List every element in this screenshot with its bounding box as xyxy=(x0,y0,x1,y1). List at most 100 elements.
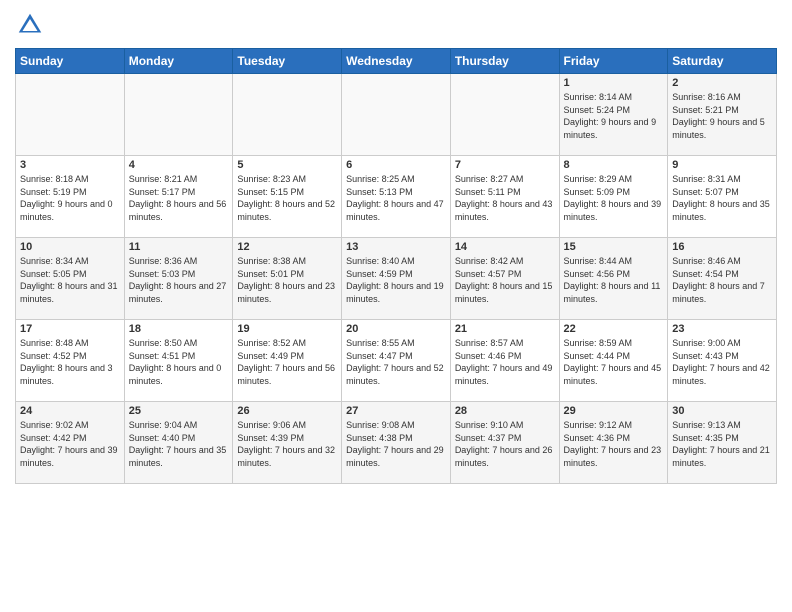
day-number: 25 xyxy=(129,405,229,417)
calendar-week-row: 17 Sunrise: 8:48 AM Sunset: 4:52 PM Dayli… xyxy=(16,320,777,402)
day-number: 11 xyxy=(129,241,229,253)
calendar-day-cell: 4 Sunrise: 8:21 AM Sunset: 5:17 PM Daylig… xyxy=(124,156,233,238)
day-number: 27 xyxy=(346,405,446,417)
day-number: 6 xyxy=(346,159,446,171)
calendar-day-cell: 15 Sunrise: 8:44 AM Sunset: 4:56 PM Dayli… xyxy=(559,238,668,320)
day-info: Sunrise: 8:52 AM Sunset: 4:49 PM Dayligh… xyxy=(237,337,337,387)
calendar-day-header: Wednesday xyxy=(342,49,451,74)
calendar-day-cell xyxy=(233,74,342,156)
calendar-day-cell xyxy=(450,74,559,156)
day-number: 30 xyxy=(672,405,772,417)
day-info: Sunrise: 8:57 AM Sunset: 4:46 PM Dayligh… xyxy=(455,337,555,387)
logo-icon xyxy=(15,10,45,40)
calendar-day-cell: 30 Sunrise: 9:13 AM Sunset: 4:35 PM Dayli… xyxy=(668,402,777,484)
calendar-day-cell: 6 Sunrise: 8:25 AM Sunset: 5:13 PM Daylig… xyxy=(342,156,451,238)
day-number: 1 xyxy=(564,77,664,89)
day-number: 26 xyxy=(237,405,337,417)
calendar-day-cell: 2 Sunrise: 8:16 AM Sunset: 5:21 PM Daylig… xyxy=(668,74,777,156)
day-info: Sunrise: 9:08 AM Sunset: 4:38 PM Dayligh… xyxy=(346,419,446,469)
calendar-day-cell: 12 Sunrise: 8:38 AM Sunset: 5:01 PM Dayli… xyxy=(233,238,342,320)
day-info: Sunrise: 8:23 AM Sunset: 5:15 PM Dayligh… xyxy=(237,173,337,223)
calendar-day-cell: 24 Sunrise: 9:02 AM Sunset: 4:42 PM Dayli… xyxy=(16,402,125,484)
calendar-day-header: Tuesday xyxy=(233,49,342,74)
day-number: 10 xyxy=(20,241,120,253)
calendar-week-row: 1 Sunrise: 8:14 AM Sunset: 5:24 PM Daylig… xyxy=(16,74,777,156)
day-number: 16 xyxy=(672,241,772,253)
day-number: 8 xyxy=(564,159,664,171)
calendar-day-cell: 28Sunrise: 9:10 AM Sunset: 4:37 PM Dayli… xyxy=(450,402,559,484)
day-number: 4 xyxy=(129,159,229,171)
day-info: Sunrise: 9:02 AM Sunset: 4:42 PM Dayligh… xyxy=(20,419,120,469)
calendar-day-cell: 16 Sunrise: 8:46 AM Sunset: 4:54 PM Dayli… xyxy=(668,238,777,320)
calendar-week-row: 24 Sunrise: 9:02 AM Sunset: 4:42 PM Dayli… xyxy=(16,402,777,484)
calendar-day-cell: 19 Sunrise: 8:52 AM Sunset: 4:49 PM Dayli… xyxy=(233,320,342,402)
day-number: 22 xyxy=(564,323,664,335)
calendar-day-cell: 27 Sunrise: 9:08 AM Sunset: 4:38 PM Dayli… xyxy=(342,402,451,484)
day-info: Sunrise: 8:55 AM Sunset: 4:47 PM Dayligh… xyxy=(346,337,446,387)
calendar-day-cell: 29 Sunrise: 9:12 AM Sunset: 4:36 PM Dayli… xyxy=(559,402,668,484)
calendar-day-cell: 10 Sunrise: 8:34 AM Sunset: 5:05 PM Dayli… xyxy=(16,238,125,320)
day-number: 21 xyxy=(455,323,555,335)
calendar-day-cell xyxy=(342,74,451,156)
day-info: Sunrise: 8:34 AM Sunset: 5:05 PM Dayligh… xyxy=(20,255,120,305)
day-info: Sunrise: 8:50 AM Sunset: 4:51 PM Dayligh… xyxy=(129,337,229,387)
calendar-day-cell: 7 Sunrise: 8:27 AM Sunset: 5:11 PM Daylig… xyxy=(450,156,559,238)
calendar-day-cell: 14 Sunrise: 8:42 AM Sunset: 4:57 PM Dayli… xyxy=(450,238,559,320)
calendar-day-cell xyxy=(16,74,125,156)
day-number: 15 xyxy=(564,241,664,253)
logo xyxy=(15,10,47,40)
day-info: Sunrise: 9:12 AM Sunset: 4:36 PM Dayligh… xyxy=(564,419,664,469)
calendar-day-cell: 1 Sunrise: 8:14 AM Sunset: 5:24 PM Daylig… xyxy=(559,74,668,156)
day-number: 29 xyxy=(564,405,664,417)
calendar-day-cell: 23Sunrise: 9:00 AM Sunset: 4:43 PM Dayli… xyxy=(668,320,777,402)
day-info: Sunrise: 9:00 AM Sunset: 4:43 PM Dayligh… xyxy=(672,337,772,387)
day-info: Sunrise: 8:44 AM Sunset: 4:56 PM Dayligh… xyxy=(564,255,664,305)
day-number: 5 xyxy=(237,159,337,171)
day-number: 24 xyxy=(20,405,120,417)
calendar-day-cell: 5 Sunrise: 8:23 AM Sunset: 5:15 PM Daylig… xyxy=(233,156,342,238)
day-info: Sunrise: 8:27 AM Sunset: 5:11 PM Dayligh… xyxy=(455,173,555,223)
day-info: Sunrise: 9:10 AM Sunset: 4:37 PM Dayligh… xyxy=(455,419,555,469)
day-info: Sunrise: 8:14 AM Sunset: 5:24 PM Dayligh… xyxy=(564,91,664,141)
page-header xyxy=(15,10,777,40)
day-number: 19 xyxy=(237,323,337,335)
calendar-day-cell: 18 Sunrise: 8:50 AM Sunset: 4:51 PM Dayli… xyxy=(124,320,233,402)
calendar-day-cell: 13Sunrise: 8:40 AM Sunset: 4:59 PM Dayli… xyxy=(342,238,451,320)
calendar-day-cell: 26 Sunrise: 9:06 AM Sunset: 4:39 PM Dayli… xyxy=(233,402,342,484)
calendar-day-cell: 8Sunrise: 8:29 AM Sunset: 5:09 PM Daylig… xyxy=(559,156,668,238)
calendar-day-cell: 11Sunrise: 8:36 AM Sunset: 5:03 PM Dayli… xyxy=(124,238,233,320)
calendar-day-cell: 22Sunrise: 8:59 AM Sunset: 4:44 PM Dayli… xyxy=(559,320,668,402)
calendar-day-cell: 3 Sunrise: 8:18 AM Sunset: 5:19 PM Daylig… xyxy=(16,156,125,238)
day-info: Sunrise: 8:42 AM Sunset: 4:57 PM Dayligh… xyxy=(455,255,555,305)
day-number: 2 xyxy=(672,77,772,89)
calendar-day-cell xyxy=(124,74,233,156)
calendar-day-header: Thursday xyxy=(450,49,559,74)
day-info: Sunrise: 9:13 AM Sunset: 4:35 PM Dayligh… xyxy=(672,419,772,469)
calendar-day-cell: 9Sunrise: 8:31 AM Sunset: 5:07 PM Daylig… xyxy=(668,156,777,238)
day-number: 12 xyxy=(237,241,337,253)
calendar-day-cell: 20 Sunrise: 8:55 AM Sunset: 4:47 PM Dayli… xyxy=(342,320,451,402)
day-number: 14 xyxy=(455,241,555,253)
day-number: 17 xyxy=(20,323,120,335)
day-info: Sunrise: 8:46 AM Sunset: 4:54 PM Dayligh… xyxy=(672,255,772,305)
day-number: 18 xyxy=(129,323,229,335)
day-number: 13 xyxy=(346,241,446,253)
calendar-day-header: Sunday xyxy=(16,49,125,74)
calendar-day-header: Saturday xyxy=(668,49,777,74)
calendar-week-row: 10 Sunrise: 8:34 AM Sunset: 5:05 PM Dayli… xyxy=(16,238,777,320)
day-number: 3 xyxy=(20,159,120,171)
day-info: Sunrise: 8:48 AM Sunset: 4:52 PM Dayligh… xyxy=(20,337,120,387)
day-info: Sunrise: 9:04 AM Sunset: 4:40 PM Dayligh… xyxy=(129,419,229,469)
day-info: Sunrise: 9:06 AM Sunset: 4:39 PM Dayligh… xyxy=(237,419,337,469)
calendar-week-row: 3 Sunrise: 8:18 AM Sunset: 5:19 PM Daylig… xyxy=(16,156,777,238)
day-info: Sunrise: 8:38 AM Sunset: 5:01 PM Dayligh… xyxy=(237,255,337,305)
day-info: Sunrise: 8:21 AM Sunset: 5:17 PM Dayligh… xyxy=(129,173,229,223)
page-container: SundayMondayTuesdayWednesdayThursdayFrid… xyxy=(0,0,792,494)
day-info: Sunrise: 8:18 AM Sunset: 5:19 PM Dayligh… xyxy=(20,173,120,223)
calendar-day-cell: 21 Sunrise: 8:57 AM Sunset: 4:46 PM Dayli… xyxy=(450,320,559,402)
day-number: 7 xyxy=(455,159,555,171)
day-info: Sunrise: 8:16 AM Sunset: 5:21 PM Dayligh… xyxy=(672,91,772,141)
day-number: 9 xyxy=(672,159,772,171)
day-info: Sunrise: 8:25 AM Sunset: 5:13 PM Dayligh… xyxy=(346,173,446,223)
day-number: 20 xyxy=(346,323,446,335)
